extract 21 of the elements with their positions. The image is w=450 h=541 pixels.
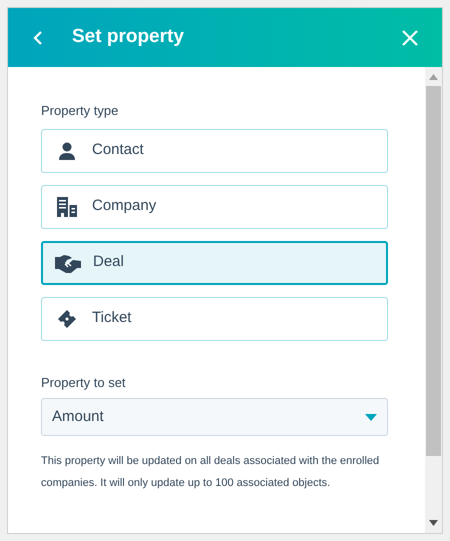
- person-icon: [57, 140, 77, 160]
- property-type-option[interactable]: Contact: [41, 128, 388, 172]
- close-icon: [401, 28, 419, 46]
- property-type-option[interactable]: Deal: [41, 240, 388, 284]
- close-button[interactable]: [400, 28, 420, 48]
- ticket-icon: [57, 308, 77, 328]
- property-dropdown[interactable]: Amount: [41, 398, 388, 436]
- back-icon: [33, 30, 43, 46]
- section-label: Property type: [41, 102, 120, 120]
- help-text: This property will be updated on all deals associated with the enrolled companies. It will only update up to 100 associated objects.: [41, 454, 380, 491]
- property-type-option[interactable]: Company: [41, 184, 388, 228]
- dialog-title: Set property: [72, 25, 184, 50]
- caret-icon: [365, 414, 377, 420]
- scroll-up-icon[interactable]: [429, 74, 438, 80]
- handshake-icon: [55, 252, 81, 272]
- scroll-down-icon[interactable]: [429, 520, 438, 526]
- scrollbar[interactable]: [425, 67, 442, 533]
- section-label: Property to set: [41, 374, 127, 392]
- building-icon: [56, 196, 78, 218]
- scrollbar-thumb[interactable]: [426, 86, 441, 456]
- property-type-option[interactable]: Ticket: [41, 296, 388, 340]
